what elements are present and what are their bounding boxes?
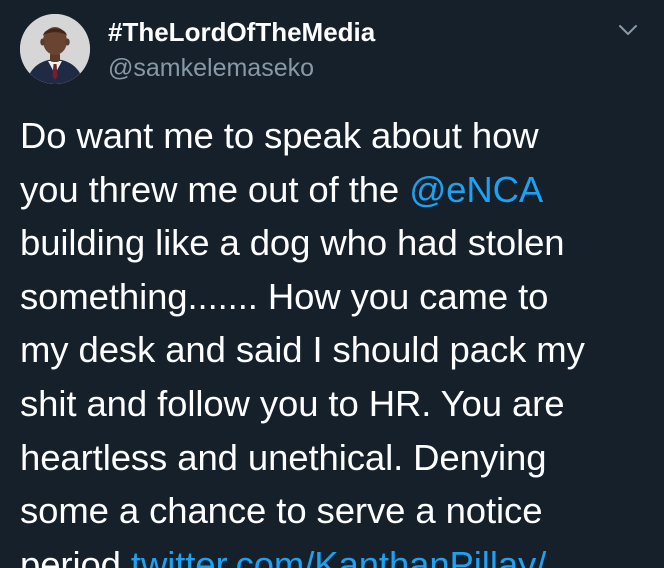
tweet-text: Do want me to speak about how you threw …	[20, 109, 656, 568]
avatar[interactable]	[20, 14, 90, 84]
tweet-url-link[interactable]: twitter.com/KanthanPillay/…	[131, 544, 583, 568]
profile-photo-icon	[20, 14, 90, 84]
user-handle[interactable]: @samkelemaseko	[108, 53, 314, 83]
mention-link[interactable]: @eNCA	[409, 169, 543, 210]
tweet-text-part: building like a dog who had stolen somet…	[20, 222, 585, 568]
tweet-card: #TheLordOfTheMedia @samkelemaseko Do wan…	[0, 0, 664, 568]
chevron-down-icon[interactable]	[616, 18, 640, 42]
display-name[interactable]: #TheLordOfTheMedia	[108, 17, 375, 47]
